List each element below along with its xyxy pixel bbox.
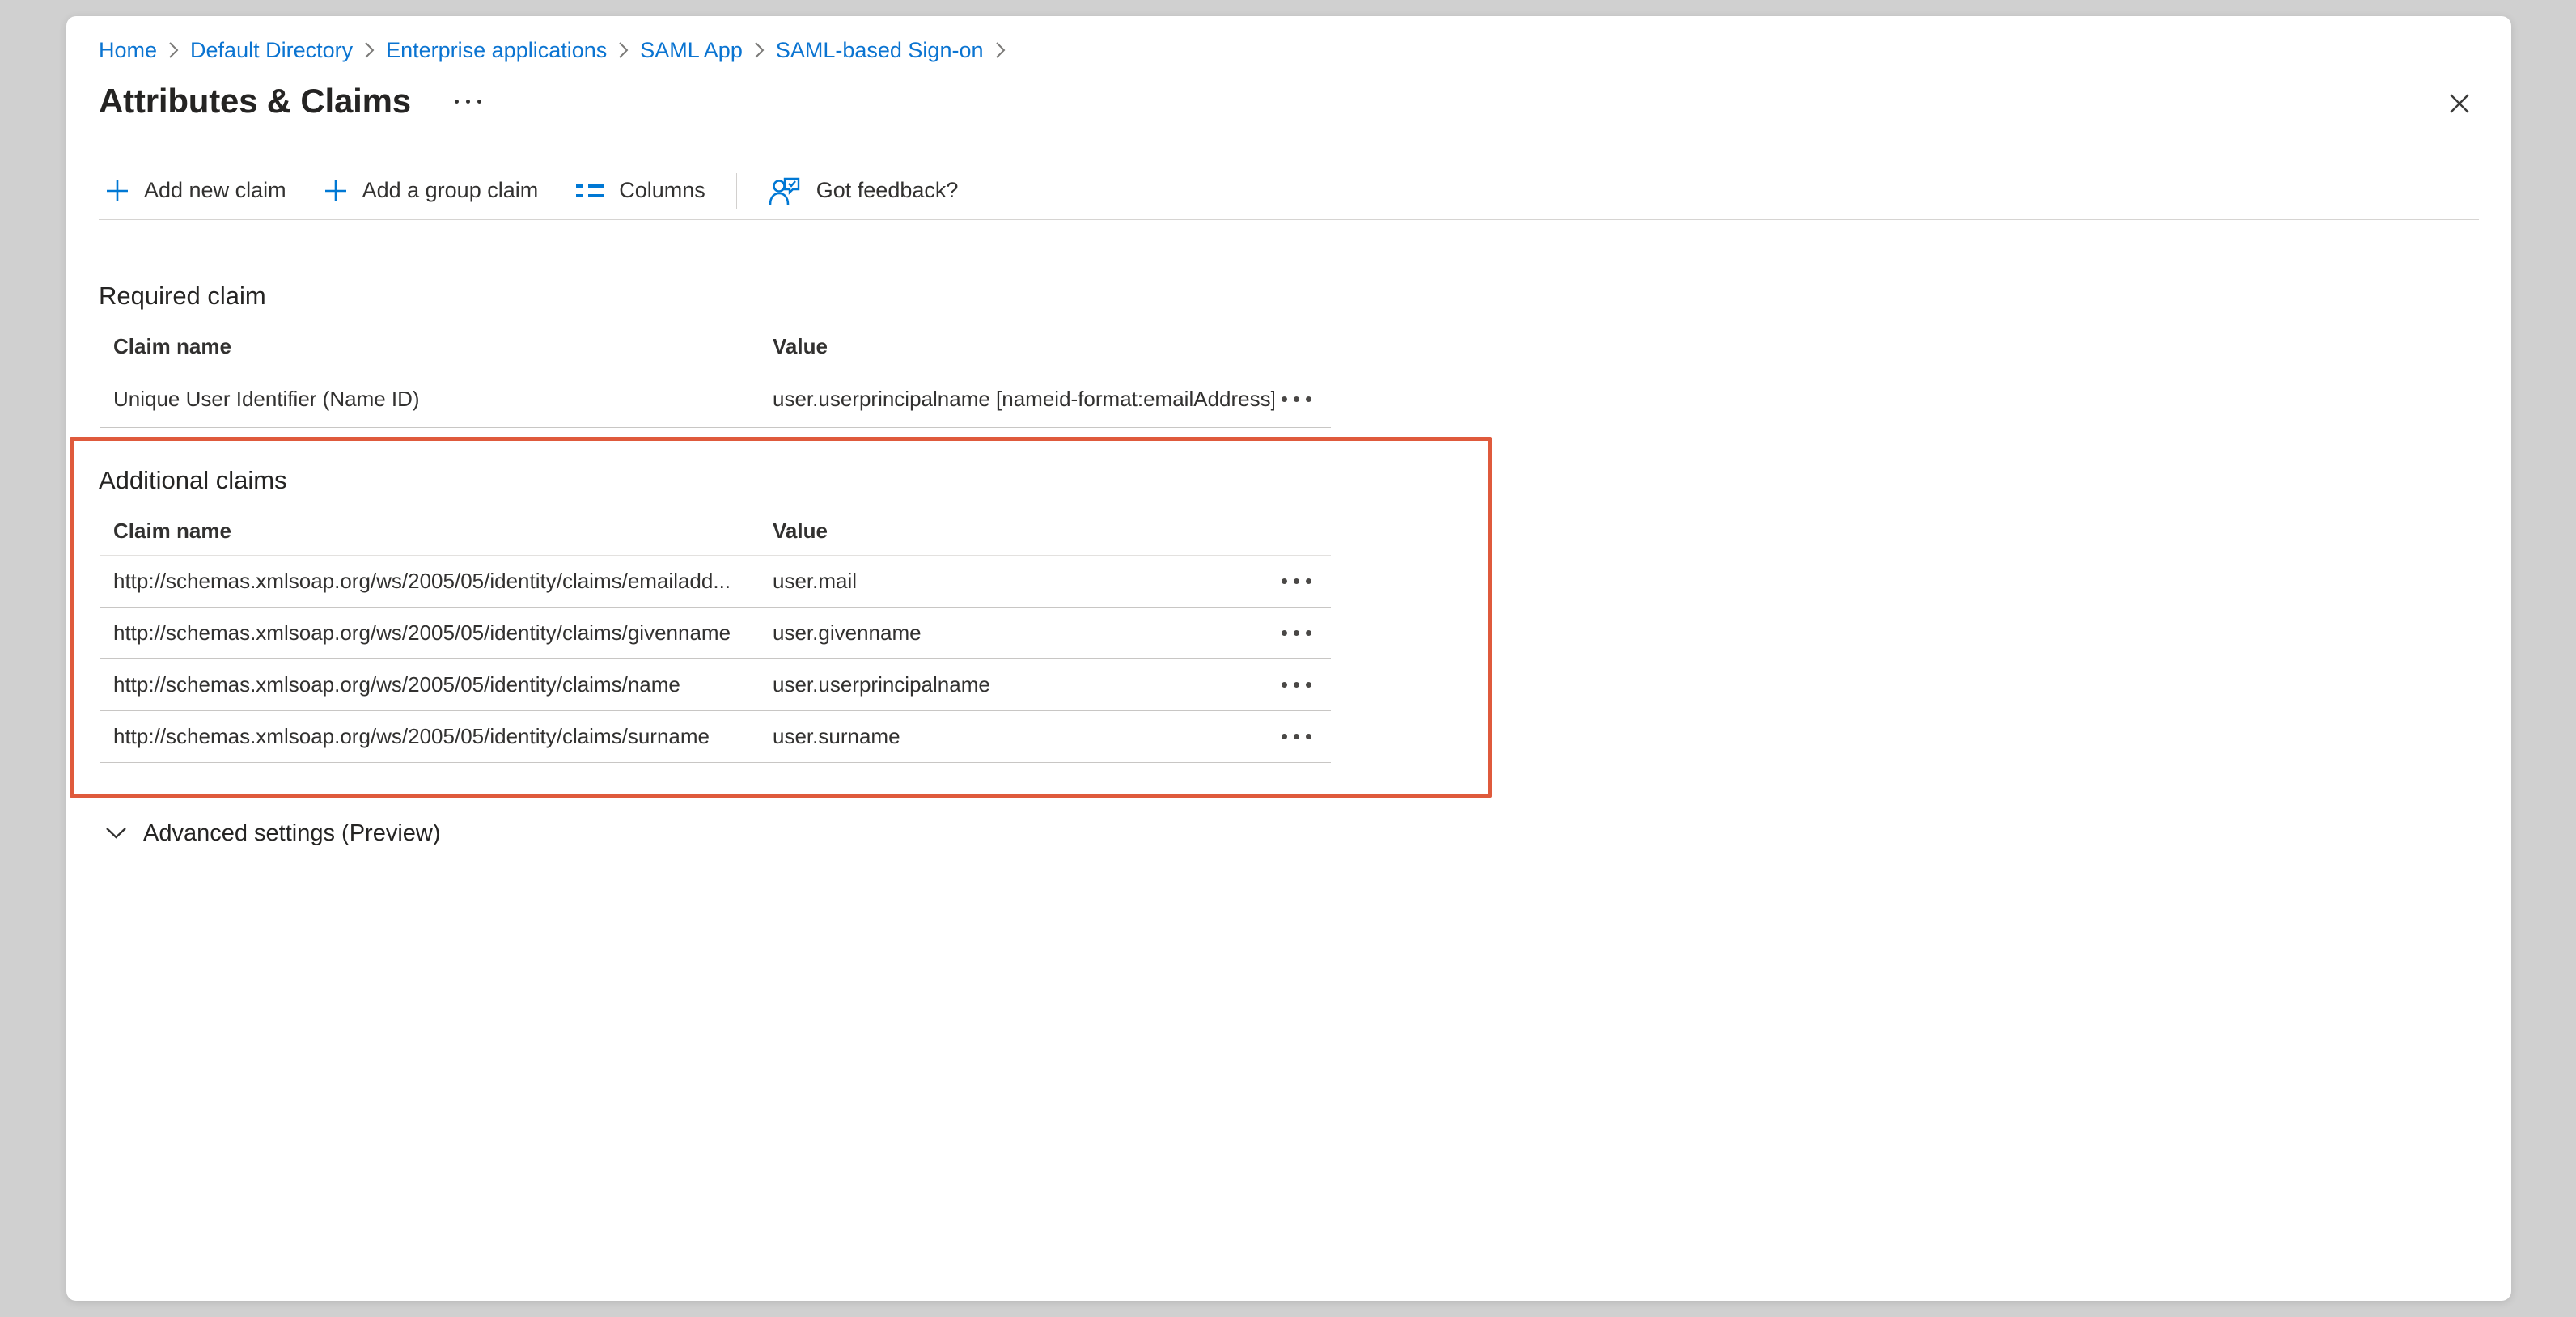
dot xyxy=(1294,630,1299,636)
table-row[interactable]: http://schemas.xmlsoap.org/ws/2005/05/id… xyxy=(100,608,1331,659)
breadcrumb-item-saml-based-sign-on[interactable]: SAML-based Sign-on xyxy=(776,38,984,63)
dot xyxy=(1294,578,1299,584)
required-claim-table: Claim name Value Unique User Identifier … xyxy=(100,323,1331,428)
add-new-claim-label: Add new claim xyxy=(144,178,286,203)
column-header-value: Value xyxy=(773,334,1274,359)
dot xyxy=(1282,396,1287,402)
row-context-menu-button[interactable] xyxy=(1282,392,1311,407)
attributes-claims-blade: Home Default Directory Enterprise applic… xyxy=(66,16,2511,1301)
chevron-right-icon xyxy=(754,41,765,59)
column-header-claim-name: Claim name xyxy=(100,519,773,544)
dot xyxy=(1294,396,1299,402)
chevron-right-icon xyxy=(995,41,1006,59)
dot xyxy=(1282,682,1287,688)
row-context-menu-button[interactable] xyxy=(1282,677,1311,692)
additional-claims-table: Claim name Value http://schemas.xmlsoap.… xyxy=(100,507,1331,763)
dot xyxy=(1282,578,1287,584)
table-row[interactable]: http://schemas.xmlsoap.org/ws/2005/05/id… xyxy=(100,556,1331,608)
chevron-right-icon xyxy=(168,41,179,59)
dot xyxy=(466,100,470,104)
dot xyxy=(1282,734,1287,739)
claim-name-cell: http://schemas.xmlsoap.org/ws/2005/05/id… xyxy=(100,672,773,697)
toolbar: Add new claim Add a group claim Columns xyxy=(99,162,2479,220)
add-new-claim-button[interactable]: Add new claim xyxy=(99,173,293,208)
claim-value-cell: user.userprincipalname xyxy=(773,672,1274,697)
columns-label: Columns xyxy=(619,178,705,203)
dot xyxy=(455,100,459,104)
claim-name-cell: http://schemas.xmlsoap.org/ws/2005/05/id… xyxy=(100,569,773,594)
breadcrumb-item-enterprise-applications[interactable]: Enterprise applications xyxy=(386,38,607,63)
column-header-value: Value xyxy=(773,519,1274,544)
plus-icon xyxy=(105,179,129,203)
claim-value-cell: user.surname xyxy=(773,724,1274,749)
claim-name-cell: Unique User Identifier (Name ID) xyxy=(100,387,773,412)
feedback-icon xyxy=(768,174,802,208)
row-context-menu-button[interactable] xyxy=(1282,574,1311,589)
chevron-down-icon xyxy=(105,827,127,840)
close-button[interactable] xyxy=(2443,87,2476,120)
blade-more-options-button[interactable] xyxy=(448,93,488,110)
additional-claims-heading: Additional claims xyxy=(99,463,287,498)
add-group-claim-button[interactable]: Add a group claim xyxy=(317,173,545,208)
claim-name-cell: http://schemas.xmlsoap.org/ws/2005/05/id… xyxy=(100,724,773,749)
table-header-row: Claim name Value xyxy=(100,507,1331,556)
column-header-claim-name: Claim name xyxy=(100,334,773,359)
breadcrumb-item-home[interactable]: Home xyxy=(99,38,157,63)
close-icon xyxy=(2447,91,2472,116)
advanced-settings-toggle[interactable]: Advanced settings (Preview) xyxy=(99,815,447,851)
advanced-settings-label: Advanced settings (Preview) xyxy=(143,820,441,847)
breadcrumb-item-default-directory[interactable]: Default Directory xyxy=(190,38,353,63)
claim-name-cell: http://schemas.xmlsoap.org/ws/2005/05/id… xyxy=(100,620,773,646)
columns-icon xyxy=(575,180,604,202)
table-row[interactable]: Unique User Identifier (Name ID) user.us… xyxy=(100,371,1331,428)
page-title: Attributes & Claims xyxy=(99,82,411,121)
title-row: Attributes & Claims xyxy=(99,76,488,126)
row-context-menu-button[interactable] xyxy=(1282,729,1311,744)
table-row[interactable]: http://schemas.xmlsoap.org/ws/2005/05/id… xyxy=(100,711,1331,763)
dot xyxy=(1306,682,1311,688)
dot xyxy=(1306,396,1311,402)
columns-button[interactable]: Columns xyxy=(569,173,712,208)
got-feedback-button[interactable]: Got feedback? xyxy=(761,169,965,213)
dot xyxy=(1306,630,1311,636)
breadcrumb-item-saml-app[interactable]: SAML App xyxy=(640,38,743,63)
required-claim-heading: Required claim xyxy=(99,278,266,314)
add-group-claim-label: Add a group claim xyxy=(362,178,539,203)
chevron-right-icon xyxy=(364,41,375,59)
dot xyxy=(1306,734,1311,739)
dot xyxy=(1294,734,1299,739)
row-context-menu-button[interactable] xyxy=(1282,625,1311,641)
dot xyxy=(1282,630,1287,636)
claim-value-cell: user.userprincipalname [nameid-format:em… xyxy=(773,387,1274,412)
dot xyxy=(1306,578,1311,584)
plus-icon xyxy=(324,179,348,203)
chevron-right-icon xyxy=(618,41,629,59)
toolbar-divider xyxy=(736,173,737,209)
breadcrumb: Home Default Directory Enterprise applic… xyxy=(99,36,1017,65)
table-row[interactable]: http://schemas.xmlsoap.org/ws/2005/05/id… xyxy=(100,659,1331,711)
dot xyxy=(1294,682,1299,688)
got-feedback-label: Got feedback? xyxy=(816,178,959,203)
dot xyxy=(477,100,481,104)
claim-value-cell: user.mail xyxy=(773,569,1274,594)
claim-value-cell: user.givenname xyxy=(773,620,1274,646)
table-header-row: Claim name Value xyxy=(100,323,1331,371)
